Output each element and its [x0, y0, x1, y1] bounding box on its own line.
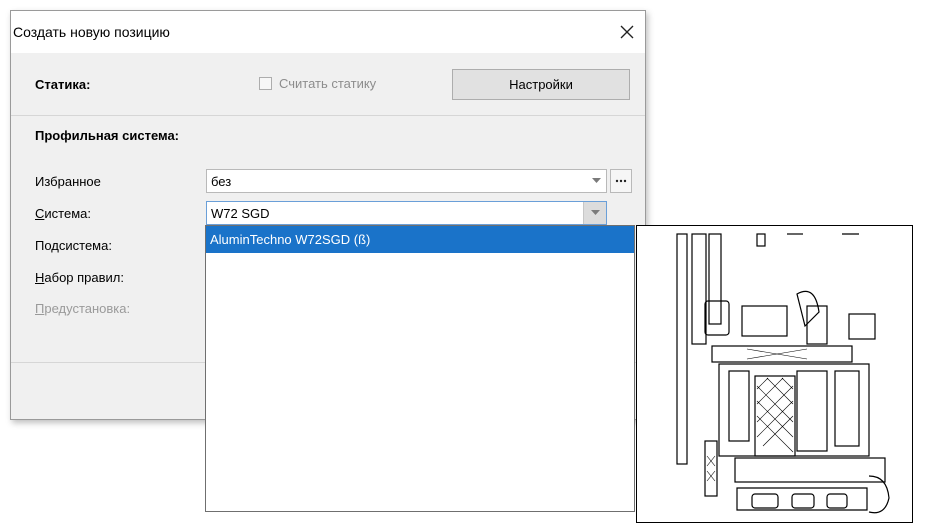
- close-icon: [620, 25, 634, 39]
- preset-label-text: редустановка:: [44, 301, 131, 316]
- favorites-combobox[interactable]: без: [206, 169, 607, 193]
- profile-system-title: Профильная система:: [35, 128, 180, 143]
- system-combobox[interactable]: W72 SGD: [206, 201, 607, 225]
- preset-label: Предустановка:: [35, 301, 130, 316]
- system-label-mnemonic: С: [35, 206, 45, 221]
- dialog-title: Создать новую позицию: [13, 24, 170, 40]
- calc-statics-checkbox[interactable]: Считать статику: [259, 76, 376, 91]
- system-label-text: истема:: [44, 206, 91, 221]
- calc-statics-label: Считать статику: [279, 76, 377, 91]
- chevron-down-icon: [591, 178, 601, 183]
- favorites-label: Избранное: [35, 174, 101, 189]
- favorites-more-button[interactable]: [610, 169, 632, 193]
- ruleset-label-text: абор правил:: [44, 270, 125, 285]
- profile-cross-section-image: [676, 233, 890, 514]
- favorites-value: без: [211, 174, 232, 189]
- settings-button[interactable]: Настройки: [452, 69, 630, 100]
- preset-label-mnemonic: П: [35, 301, 45, 316]
- subsystem-label: Подсистема:: [35, 238, 112, 253]
- ruleset-label: Набор правил:: [35, 270, 124, 285]
- title-bar: Создать новую позицию: [11, 11, 645, 53]
- favorites-dropdown-button[interactable]: [586, 170, 606, 192]
- checkbox-box[interactable]: [259, 77, 272, 90]
- statics-label: Статика:: [35, 77, 91, 92]
- close-button[interactable]: [615, 20, 639, 44]
- profile-section-drawing: [636, 225, 913, 523]
- chevron-down-icon: [590, 210, 600, 215]
- ellipsis-icon: [615, 179, 627, 183]
- ruleset-label-mnemonic: Н: [35, 270, 45, 285]
- dropdown-item-alumintechno[interactable]: AluminTechno W72SGD (ß): [206, 226, 634, 253]
- system-label: Система:: [35, 206, 91, 221]
- system-dropdown-list[interactable]: AluminTechno W72SGD (ß): [205, 225, 635, 512]
- system-value: W72 SGD: [211, 206, 270, 221]
- system-dropdown-button[interactable]: [583, 202, 606, 224]
- separator: [11, 115, 645, 116]
